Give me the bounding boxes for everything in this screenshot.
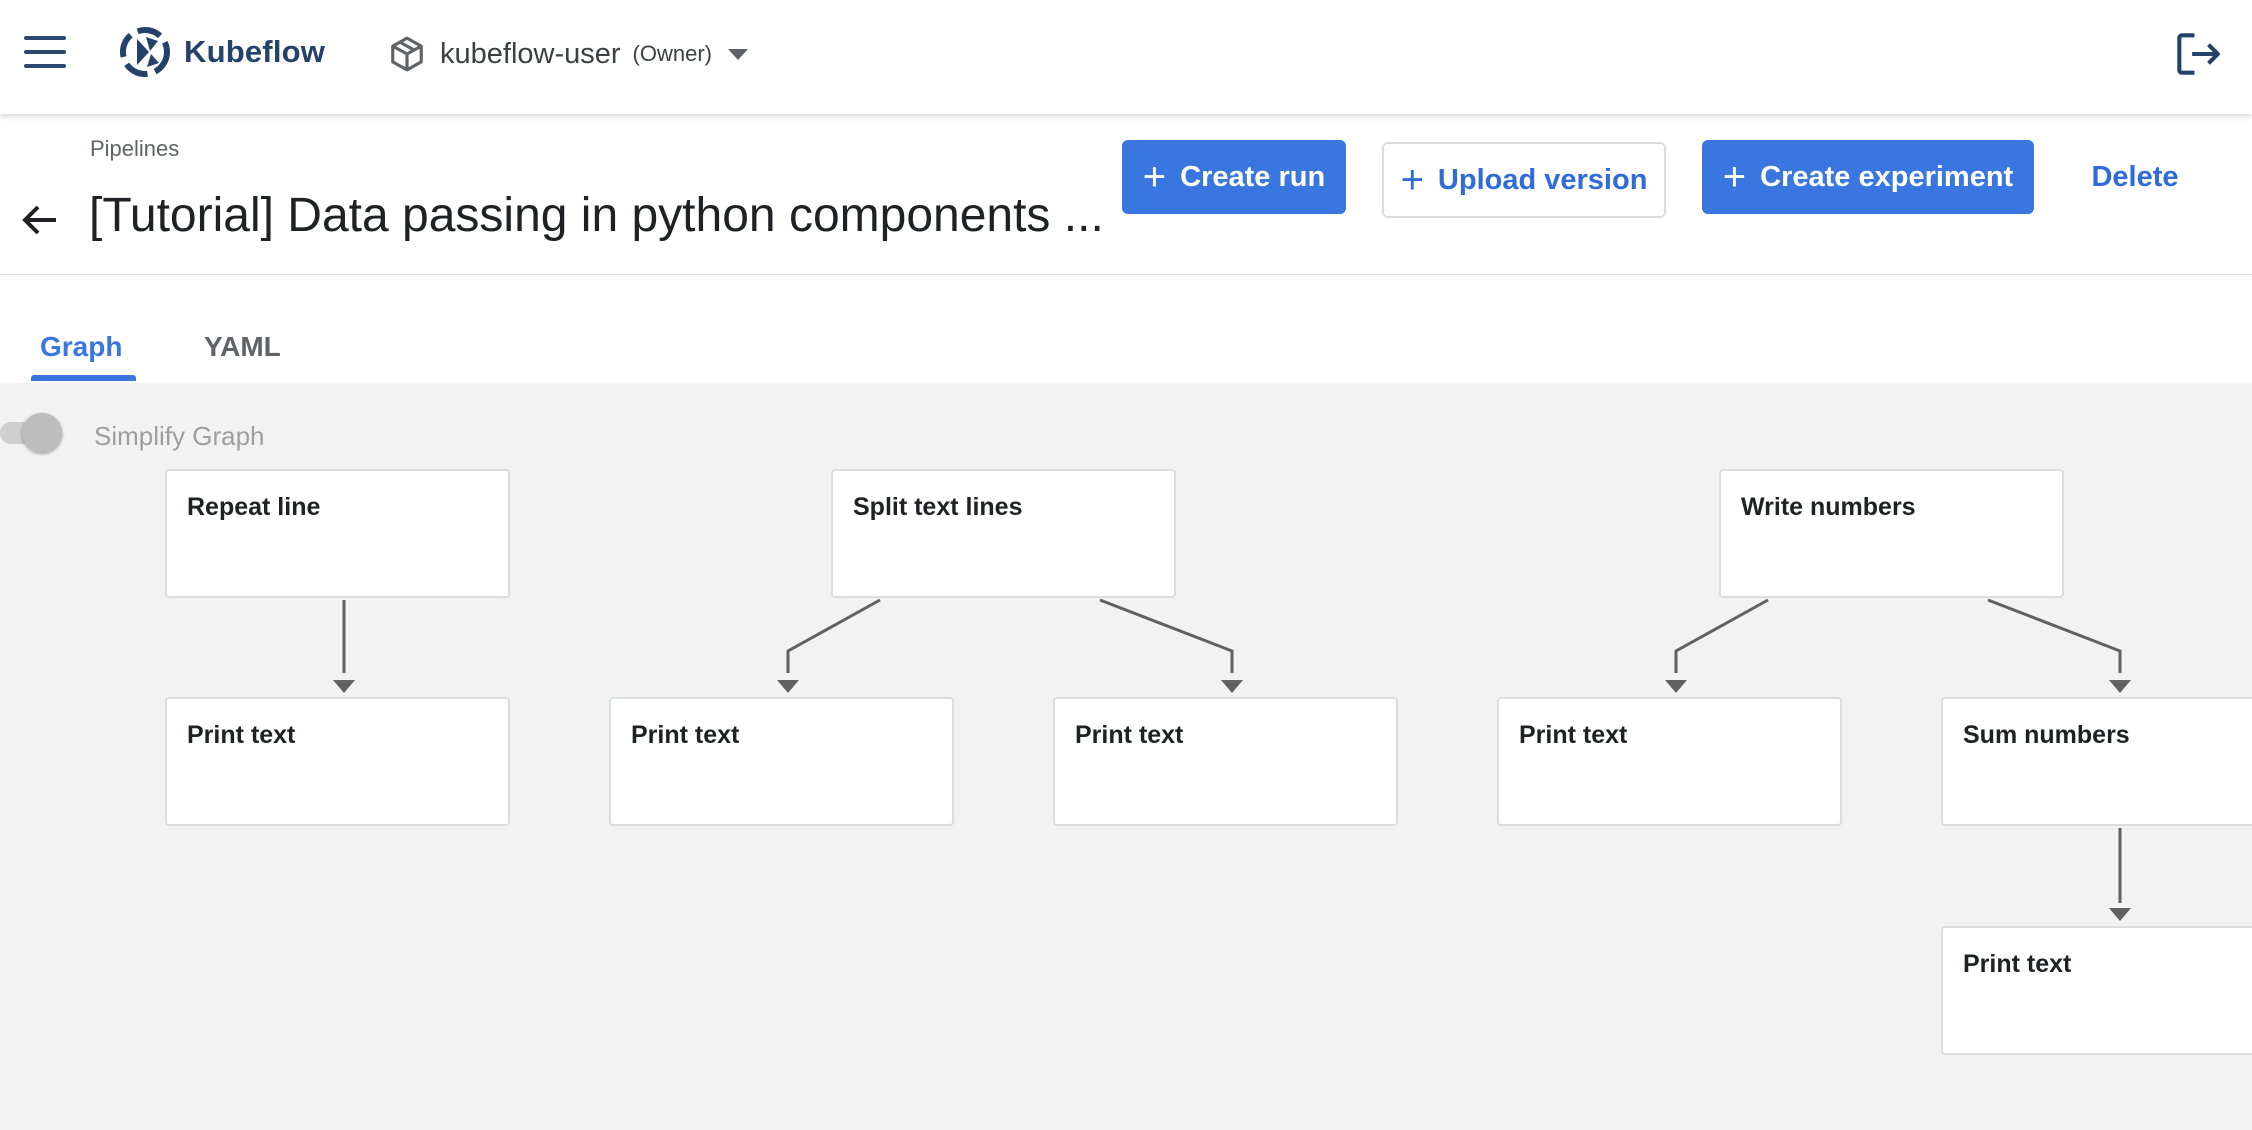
namespace-selector[interactable]: kubeflow-user (Owner) [388,26,748,82]
create-run-button[interactable]: + Create run [1122,140,1346,214]
node-label: Print text [631,721,740,749]
edge-split-to-print-right [1099,598,1234,673]
menu-icon[interactable] [22,34,70,74]
node-split-text-lines[interactable]: Split text lines [831,469,1176,598]
node-label: Sum numbers [1963,721,2130,749]
delete-label: Delete [2091,160,2179,193]
breadcrumb[interactable]: Pipelines [90,136,179,162]
top-app-bar: Kubeflow kubeflow-user (Owner) [0,0,2252,114]
dropdown-arrow-icon [727,48,748,60]
brand-name: Kubeflow [184,34,326,69]
edge-write-to-sum [1987,598,2122,673]
plus-icon: + [1400,158,1424,202]
create-experiment-button[interactable]: + Create experiment [1702,140,2034,214]
node-write-numbers[interactable]: Write numbers [1719,469,2064,598]
namespace-role: (Owner) [632,41,712,66]
node-print-text-4[interactable]: Print text [1497,697,1842,826]
node-print-text-5[interactable]: Print text [1941,926,2252,1055]
arrowhead-icon [777,680,799,693]
node-print-text-2[interactable]: Print text [609,697,954,826]
namespace-name: kubeflow-user [440,37,621,70]
logout-icon[interactable] [2170,26,2226,82]
node-repeat-line[interactable]: Repeat line [165,469,510,598]
arrowhead-icon [333,680,355,693]
node-label: Print text [1519,721,1628,749]
create-experiment-label: Create experiment [1760,160,2014,193]
kubeflow-logo [120,27,170,77]
node-label: Repeat line [187,493,321,521]
tab-yaml[interactable]: YAML [204,331,281,363]
tab-graph[interactable]: Graph [40,331,122,363]
upload-version-button[interactable]: + Upload version [1382,142,1666,218]
node-label: Print text [1075,721,1184,749]
arrowhead-icon [1665,680,1687,693]
node-label: Write numbers [1741,493,1916,521]
edge-write-to-print [1674,598,1769,673]
arrowhead-icon [2109,908,2131,921]
tab-indicator [31,375,136,381]
node-sum-numbers[interactable]: Sum numbers [1941,697,2252,826]
node-label: Split text lines [853,493,1023,521]
plus-icon: + [1722,155,1747,199]
node-print-text-1[interactable]: Print text [165,697,510,826]
node-print-text-3[interactable]: Print text [1053,697,1398,826]
brand[interactable]: Kubeflow [120,24,325,80]
pipeline-graph: Simplify Graph Repeat line Split text li… [0,383,2252,1130]
plus-icon: + [1142,155,1167,199]
arrowhead-icon [2109,680,2131,693]
delete-button[interactable]: Delete [2078,140,2192,214]
page-header: Pipelines [Tutorial] Data passing in pyt… [0,114,2252,275]
cube-icon [391,36,423,72]
create-run-label: Create run [1180,160,1326,193]
back-arrow-icon[interactable] [16,196,64,244]
upload-version-label: Upload version [1437,163,1648,196]
node-label: Print text [1963,950,2072,978]
edge-split-to-print-left [786,598,881,673]
page-title: [Tutorial] Data passing in python compon… [89,189,1104,242]
node-label: Print text [187,721,296,749]
tab-bar: Graph YAML [0,275,2252,384]
arrowhead-icon [1221,680,1243,693]
